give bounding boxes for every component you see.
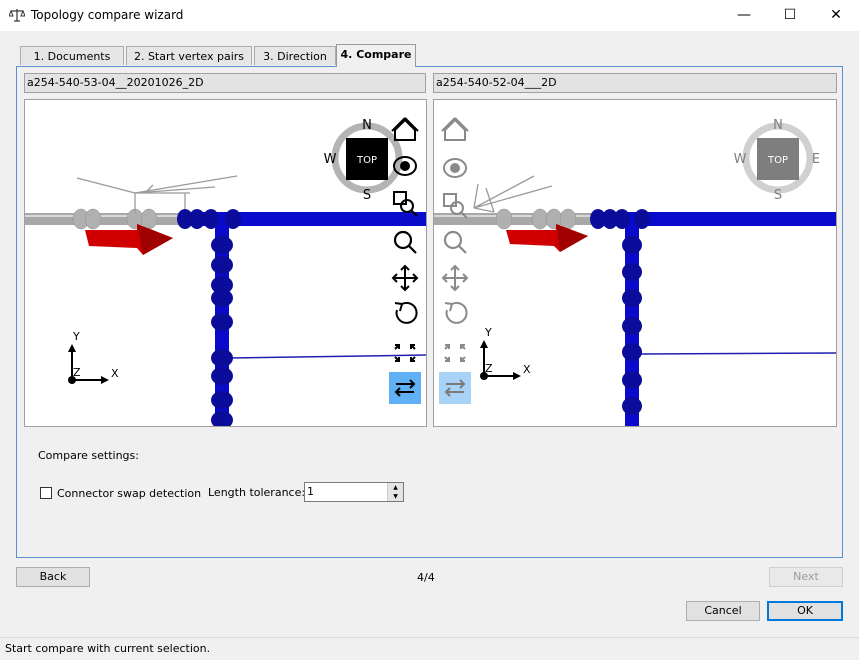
scales-icon — [9, 9, 25, 22]
branch-lines — [473, 175, 553, 213]
connector-swap-checkbox[interactable] — [40, 487, 52, 499]
axis-y-label: Y — [484, 326, 492, 339]
left-3d-view[interactable]: TOP N S W Y X Z — [24, 99, 427, 427]
connector-swap-label: Connector swap detection — [57, 487, 202, 500]
compass-west: W — [734, 152, 747, 167]
fit-all-icon[interactable] — [444, 344, 466, 362]
rotate-icon[interactable] — [444, 301, 468, 324]
length-tolerance-value: 1 — [307, 485, 314, 498]
back-button[interactable]: Back — [16, 567, 90, 587]
branch-lines — [76, 175, 238, 213]
pan-icon[interactable] — [391, 264, 419, 292]
ok-button[interactable]: OK — [767, 601, 843, 621]
next-button[interactable]: Next — [769, 567, 843, 587]
close-button[interactable]: ✕ — [813, 0, 859, 31]
page-indicator: 4/4 — [417, 571, 435, 584]
right-3d-view[interactable]: TOP N S W E Y X Z — [433, 99, 837, 427]
right-document-title: a254-540-52-04___2D — [433, 73, 837, 93]
view-compass[interactable]: TOP N S W — [324, 118, 403, 203]
tab-documents[interactable]: 1. Documents — [20, 46, 124, 65]
spin-down-icon[interactable]: ▼ — [387, 492, 403, 501]
rotate-icon[interactable] — [394, 301, 418, 324]
compare-panel: a254-540-53-04__20201026_2D a254-540-52-… — [16, 66, 843, 558]
compass-north: N — [362, 118, 372, 133]
window-title: Topology compare wizard — [31, 8, 184, 22]
length-tolerance-label: Length tolerance: — [208, 486, 306, 499]
view-compass[interactable]: TOP N S W E — [734, 118, 821, 203]
maximize-button[interactable]: ☐ — [767, 0, 813, 31]
thin-blue-line — [228, 354, 426, 359]
home-icon[interactable] — [441, 117, 469, 141]
compass-south: S — [363, 188, 371, 203]
look-icon[interactable] — [443, 158, 467, 178]
compass-south: S — [774, 188, 782, 203]
grey-pipe — [25, 213, 185, 225]
blue-joints — [177, 209, 241, 426]
axis-triad: Y X Z — [480, 326, 531, 380]
spin-up-icon[interactable]: ▲ — [387, 483, 403, 492]
zoom-icon[interactable] — [393, 230, 417, 254]
fit-all-icon[interactable] — [394, 344, 416, 362]
compass-north: N — [773, 118, 783, 133]
pan-icon[interactable] — [441, 264, 469, 292]
axis-y-label: Y — [72, 330, 80, 343]
axis-triad: Y X Z — [68, 330, 119, 384]
swap-icon[interactable] — [389, 372, 421, 404]
thin-blue-line — [638, 352, 836, 355]
home-icon[interactable] — [391, 117, 419, 141]
swap-icon[interactable] — [439, 372, 471, 404]
title-bar: Topology compare wizard — ☐ ✕ — [0, 0, 859, 31]
cancel-button[interactable]: Cancel — [686, 601, 760, 621]
compare-settings-heading: Compare settings: — [38, 449, 139, 462]
wizard-tabs: 1. Documents 2. Start vertex pairs 3. Di… — [16, 44, 843, 67]
zoom-icon[interactable] — [443, 230, 467, 254]
status-text: Start compare with current selection. — [5, 642, 211, 655]
axis-x-label: X — [111, 367, 119, 380]
blue-joints — [590, 209, 650, 415]
compass-west: W — [324, 152, 337, 167]
tab-start-vertex-pairs[interactable]: 2. Start vertex pairs — [126, 46, 252, 65]
left-document-title: a254-540-53-04__20201026_2D — [24, 73, 426, 93]
axis-z-label: Z — [73, 366, 81, 379]
tab-direction[interactable]: 3. Direction — [254, 46, 336, 65]
length-tolerance-input[interactable]: 1 ▲ ▼ — [304, 482, 404, 502]
compass-top-label: TOP — [356, 155, 377, 166]
left-scene: TOP N S W Y X Z — [25, 117, 426, 426]
right-scene: TOP N S W E Y X Z — [434, 117, 836, 426]
minimize-button[interactable]: — — [721, 0, 767, 31]
compass-top-label: TOP — [767, 155, 788, 166]
status-bar: Start compare with current selection. — [0, 637, 859, 660]
axis-x-label: X — [523, 363, 531, 376]
tab-compare[interactable]: 4. Compare — [336, 44, 416, 67]
compass-east: E — [812, 152, 820, 167]
axis-z-label: Z — [485, 362, 493, 375]
grey-joints — [495, 208, 577, 230]
